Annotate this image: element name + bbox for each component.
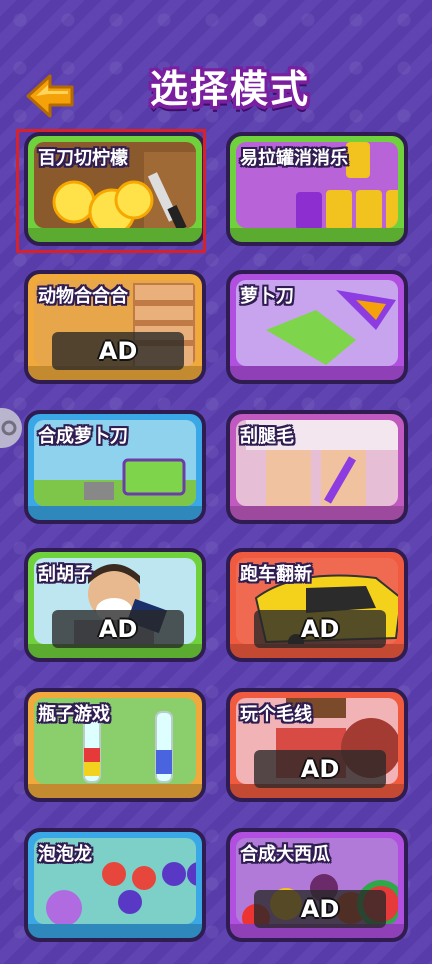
back-button[interactable] bbox=[24, 72, 76, 120]
ad-badge: AD bbox=[52, 332, 184, 370]
side-settings-button[interactable] bbox=[0, 408, 22, 448]
mode-label: 刮胡子 bbox=[38, 564, 92, 585]
ad-badge: AD bbox=[52, 610, 184, 648]
gear-icon bbox=[1, 420, 17, 436]
mode-card-animal[interactable]: 动物合合合 AD bbox=[24, 270, 206, 384]
card-rim bbox=[28, 506, 202, 520]
ad-badge: AD bbox=[254, 610, 386, 648]
mode-label: 玩个毛线 bbox=[240, 704, 312, 725]
mode-card-leg-shave[interactable]: 刮腿毛 bbox=[226, 410, 408, 524]
mode-label: 泡泡龙 bbox=[38, 844, 92, 865]
selection-highlight bbox=[16, 129, 206, 253]
mode-card-carrot-knife[interactable]: 萝卜刀 bbox=[226, 270, 408, 384]
mode-card-bottle[interactable]: 瓶子游戏 bbox=[24, 688, 206, 802]
mode-label: 合成大西瓜 bbox=[240, 844, 330, 865]
mode-label: 瓶子游戏 bbox=[38, 704, 110, 725]
arrow-left-icon bbox=[26, 74, 74, 118]
card-rim bbox=[230, 228, 404, 242]
card-rim bbox=[230, 366, 404, 380]
ad-badge: AD bbox=[254, 890, 386, 928]
mode-card-bubble[interactable]: 泡泡龙 bbox=[24, 828, 206, 942]
mode-card-merge-knife[interactable]: 合成萝卜刀 bbox=[24, 410, 206, 524]
card-rim bbox=[28, 784, 202, 798]
page-title: 选择模式 bbox=[149, 67, 310, 111]
mode-label: 刮腿毛 bbox=[240, 426, 294, 447]
mode-card-car[interactable]: 跑车翻新 AD bbox=[226, 548, 408, 662]
card-rim bbox=[230, 506, 404, 520]
mode-label: 合成萝卜刀 bbox=[38, 426, 128, 447]
card-rim bbox=[28, 924, 202, 938]
header: 选择模式 bbox=[0, 0, 432, 125]
mode-card-soda[interactable]: 易拉罐消消乐 bbox=[226, 132, 408, 246]
mode-card-beard[interactable]: 刮胡子 AD bbox=[24, 548, 206, 662]
mode-card-yarn[interactable]: 玩个毛线 AD bbox=[226, 688, 408, 802]
ad-badge: AD bbox=[254, 750, 386, 788]
mode-label: 动物合合合 bbox=[38, 286, 128, 307]
mode-label: 跑车翻新 bbox=[240, 564, 312, 585]
mode-label: 易拉罐消消乐 bbox=[240, 148, 348, 169]
mode-label: 萝卜刀 bbox=[240, 286, 294, 307]
mode-card-watermelon[interactable]: 合成大西瓜 AD bbox=[226, 828, 408, 942]
